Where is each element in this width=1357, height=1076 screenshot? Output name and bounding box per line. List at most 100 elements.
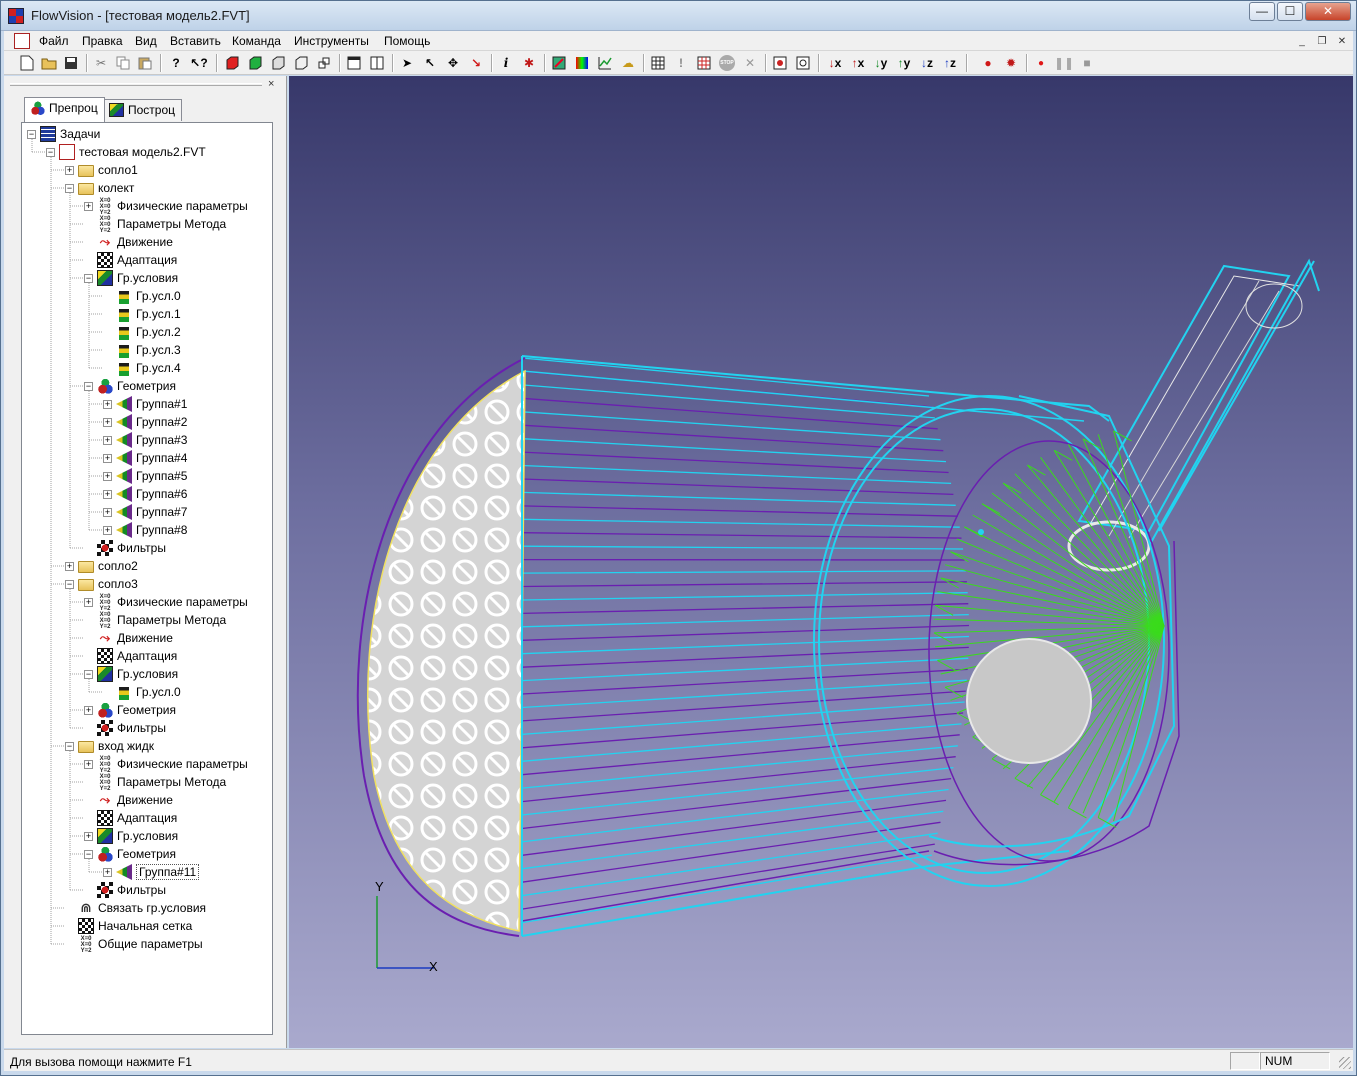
close-button[interactable]: ✕ [1305,2,1351,21]
tree-node[interactable]: + Группа#3 [103,431,187,449]
view-y-up[interactable]: ↑ y [893,54,915,72]
tree-node[interactable]: ⤳ Движение [84,791,173,809]
tree-expander-icon[interactable]: + [103,435,112,445]
tree-node[interactable]: Адаптация [84,647,177,665]
tree-node[interactable]: − Гр.условия [84,269,178,287]
tree-expander-icon[interactable]: + [103,399,112,409]
tree-node[interactable]: X=0 X=0 Y=2 Параметры Метода [84,773,227,792]
tree-expander-icon[interactable]: + [65,561,74,571]
tree-expander-icon[interactable]: + [84,597,93,607]
tree-node[interactable]: − тестовая модель2.FVT [46,143,206,161]
green-cube-icon[interactable] [246,54,264,72]
tree-expander-icon[interactable]: − [65,183,74,193]
tree-node[interactable]: Фильтры [84,881,166,899]
save-icon[interactable] [62,54,80,72]
tree-node[interactable]: − Задачи [27,125,100,143]
cube-icon[interactable] [269,54,287,72]
tree-expander-icon[interactable]: + [84,831,93,841]
menu-file[interactable]: Файл [39,34,69,48]
tree-expander-icon[interactable]: − [84,381,93,391]
tree-node[interactable]: + Группа#7 [103,503,187,521]
tree-node[interactable]: Начальная сетка [65,917,192,935]
tree-node[interactable]: + сопло2 [65,557,138,575]
brush-icon[interactable] [550,54,568,72]
tree-node[interactable]: Гр.усл.2 [103,323,181,341]
stop-grid-icon[interactable] [695,54,713,72]
graph-icon[interactable] [596,54,614,72]
open-folder-icon[interactable] [40,54,58,72]
tree-expander-icon[interactable]: − [84,273,93,283]
tree-node[interactable]: − вход жидк [65,737,154,755]
tree-node[interactable]: + Группа#8 [103,521,187,539]
menu-view[interactable]: Вид [135,34,157,48]
tree-node[interactable]: + X=0 X=0 Y=2 Физические параметры [84,593,248,612]
maximize-button[interactable]: ☐ [1277,2,1303,21]
tree-node[interactable]: + сопло1 [65,161,138,179]
tree-node[interactable]: + Группа#2 [103,413,187,431]
tree-node[interactable]: Фильтры [84,719,166,737]
stop-square-icon[interactable]: ■ [1078,54,1096,72]
tree-expander-icon[interactable]: + [103,867,112,877]
tree-node[interactable]: Гр.усл.0 [103,287,181,305]
tree-node[interactable]: Фильтры [84,539,166,557]
select-arrow-icon[interactable]: ➤ [398,54,416,72]
window-split-icon[interactable] [368,54,386,72]
context-help-icon[interactable]: ↖? [190,54,208,72]
tree-node[interactable]: Адаптация [84,809,177,827]
cut-icon[interactable]: ✂ [92,54,110,72]
mdi-minimize-button[interactable]: _ [1294,34,1310,48]
tree-node[interactable]: − сопло3 [65,575,138,593]
tree-node[interactable]: + Группа#6 [103,485,187,503]
move-axes-icon[interactable]: ✥ [444,54,462,72]
debug-icon[interactable]: ✱ [520,54,538,72]
stop-icon[interactable]: STOP [718,54,736,72]
record-icon[interactable]: ● [1032,54,1050,72]
resize-grip[interactable] [1339,1057,1351,1069]
menu-insert[interactable]: Вставить [170,34,221,48]
menu-command[interactable]: Команда [232,34,281,48]
tree-expander-icon[interactable]: + [84,201,93,211]
tree-node[interactable]: Гр.усл.3 [103,341,181,359]
tree-expander-icon[interactable]: − [84,669,93,679]
tree-expander-icon[interactable]: − [46,147,55,157]
tree-expander-icon[interactable]: + [103,471,112,481]
tree-node[interactable]: − Геометрия [84,377,176,395]
tree-expander-icon[interactable]: + [103,453,112,463]
palette-icon[interactable] [573,54,591,72]
tree-expander-icon[interactable]: − [65,579,74,589]
mdi-restore-button[interactable]: ❐ [1314,34,1330,48]
tree-expander-icon[interactable]: − [65,741,74,751]
tree-expander-icon[interactable]: + [84,705,93,715]
tree-expander-icon[interactable]: + [103,489,112,499]
tree-node[interactable]: X=0 X=0 Y=2 Параметры Метода [84,215,227,234]
tree-node[interactable]: − Геометрия [84,845,176,863]
tree-node[interactable]: ⋒ Связать гр.условия [65,899,207,917]
minimize-button[interactable]: — [1249,2,1275,21]
tab-preprocessor[interactable]: Препроц [24,97,105,122]
tree-expander-icon[interactable]: + [103,507,112,517]
tree-node[interactable]: ⤳ Движение [84,233,173,251]
view-x-up[interactable]: ↑ x [847,54,869,72]
tree-node[interactable]: + Группа#5 [103,467,187,485]
tree-expander-icon[interactable]: − [84,849,93,859]
tree-node[interactable]: − Гр.условия [84,665,178,683]
cloud-icon[interactable]: ☁ [619,54,637,72]
exclaim-icon[interactable]: ! [672,54,690,72]
tree-expander-icon[interactable]: − [27,129,36,139]
tree-node[interactable]: + Группа#4 [103,449,187,467]
tab-postprocessor[interactable]: Построц [103,99,183,121]
paste-icon[interactable] [136,54,154,72]
cubes-icon[interactable] [315,54,333,72]
view-icon[interactable] [771,54,789,72]
view-y-down[interactable]: ↓ y [870,54,892,72]
tree-node[interactable]: − колект [65,179,134,197]
view-fit-icon[interactable] [794,54,812,72]
mdi-close-button[interactable]: ✕ [1334,34,1350,48]
tree-node[interactable]: Адаптация [84,251,177,269]
cross-icon[interactable]: ✕ [741,54,759,72]
tree-expander-icon[interactable]: + [65,165,74,175]
flowvision-app-icon[interactable] [8,8,24,24]
tree-expander-icon[interactable]: + [103,525,112,535]
tree-node[interactable]: + X=0 X=0 Y=2 Физические параметры [84,197,248,216]
pane-close-button[interactable]: × [268,78,274,90]
